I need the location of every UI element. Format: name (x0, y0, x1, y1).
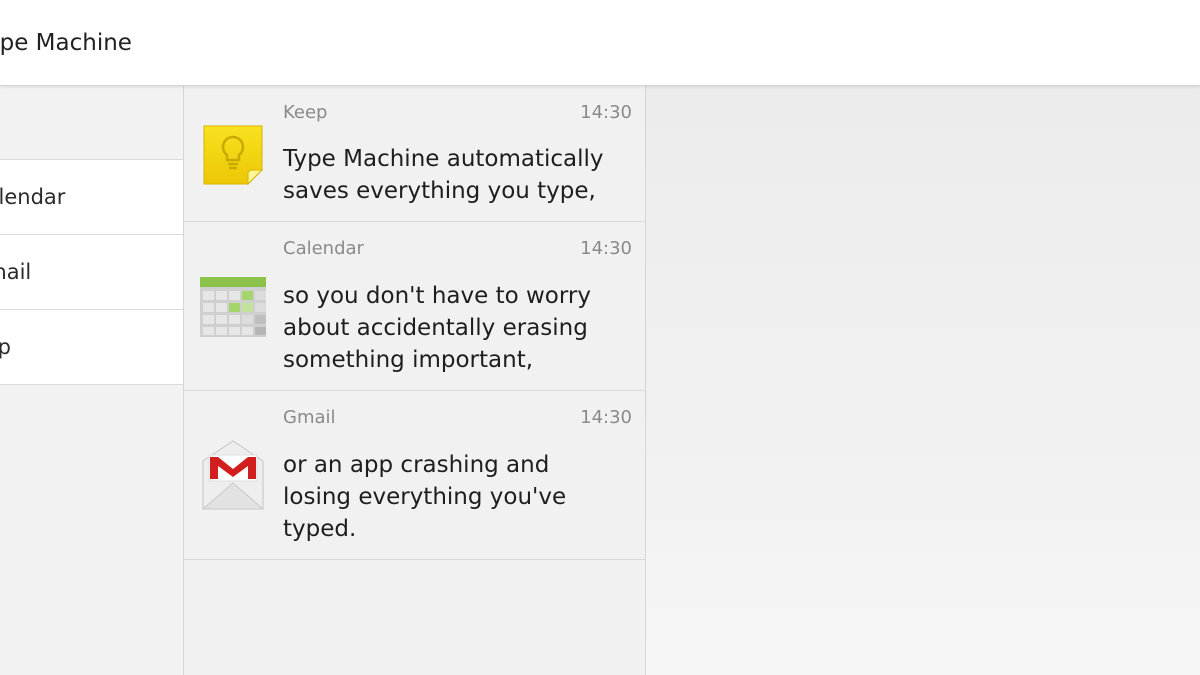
notification-app-name: Gmail (283, 407, 336, 428)
app-list-item-keep[interactable]: Keep (0, 310, 183, 385)
notification-item-keep[interactable]: Keep 14:30 Type Machine automatically sa… (184, 86, 645, 222)
app-list-item-gmail[interactable]: Gmail (0, 235, 183, 310)
detail-pane (646, 86, 1200, 675)
notification-list: Keep 14:30 Type Machine automatically sa… (184, 86, 646, 675)
notification-item-calendar[interactable]: Calendar 14:30 so you don't have to worr… (184, 222, 645, 391)
notification-text: Type Machine automatically saves everyth… (283, 146, 604, 204)
app-list-item-label: Keep (0, 335, 11, 359)
action-bar: ype Machine (0, 0, 1200, 86)
app-list-header (0, 86, 183, 160)
calendar-icon (200, 277, 266, 337)
notification-app-name: Calendar (283, 238, 364, 259)
notification-text: so you don't have to worry about acciden… (283, 283, 591, 373)
app-list: Calendar Gmail Keep (0, 160, 183, 385)
notification-app-name: Keep (283, 102, 328, 123)
app-list-item-calendar[interactable]: Calendar (0, 160, 183, 235)
notification-text: or an app crashing and losing everything… (283, 452, 567, 542)
app-title: ype Machine (0, 30, 132, 56)
notification-item-gmail[interactable]: Gmail 14:30 or an app crashing and losin… (184, 391, 645, 560)
notification-time: 14:30 (580, 238, 632, 259)
app-list-pane: Calendar Gmail Keep (0, 86, 184, 675)
gmail-icon (200, 439, 266, 511)
app-list-item-label: Calendar (0, 185, 66, 209)
notification-time: 14:30 (580, 102, 632, 123)
notification-time: 14:30 (580, 407, 632, 428)
app-list-item-label: Gmail (0, 260, 32, 284)
keep-icon (200, 122, 266, 188)
